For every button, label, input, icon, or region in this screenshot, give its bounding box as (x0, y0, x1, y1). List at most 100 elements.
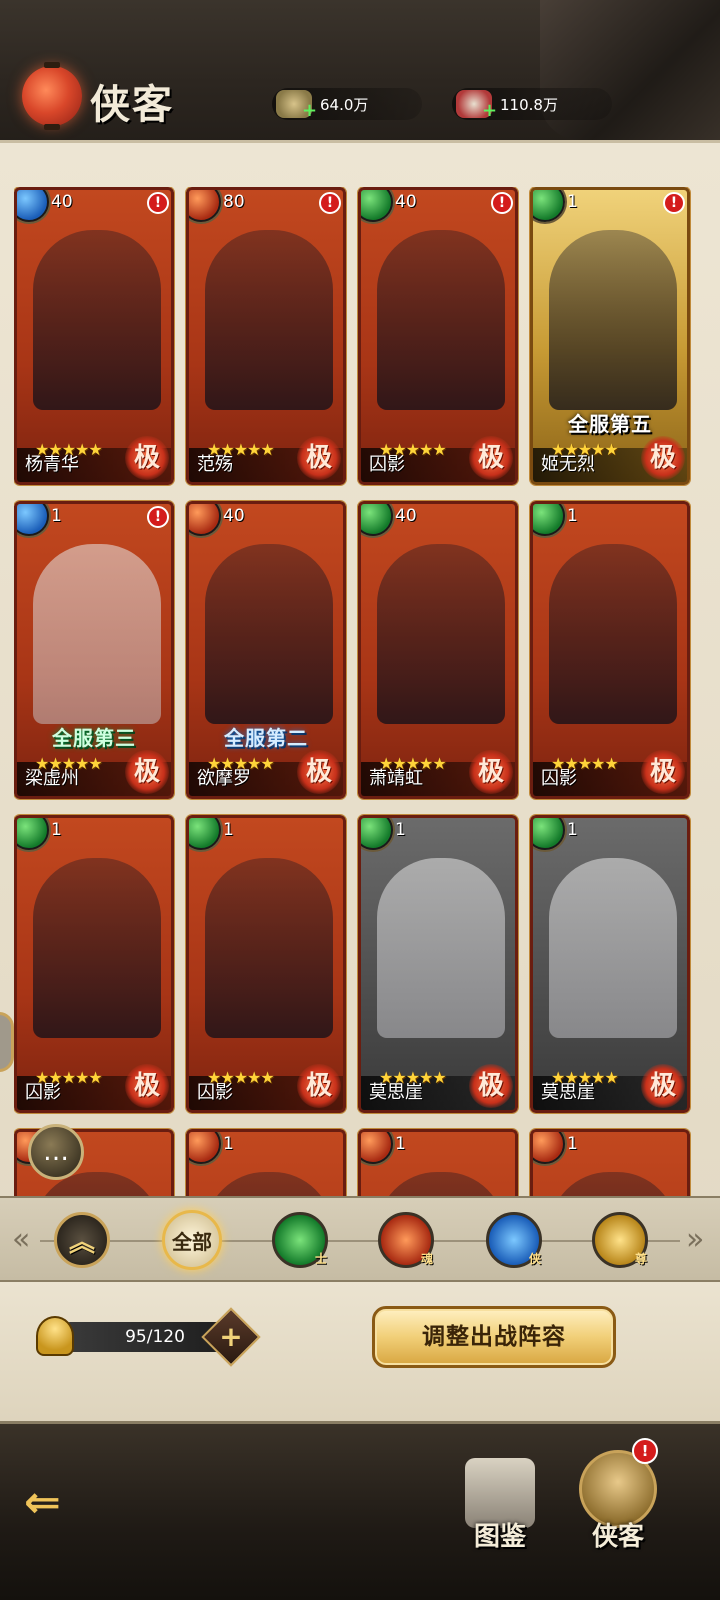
filter-shi-label: 士 (314, 1252, 327, 1266)
alert-badge: ! (147, 506, 169, 528)
hero-name: 囚影 (197, 1082, 233, 1103)
heroes-nav-button[interactable]: 侠客 (568, 1450, 668, 1570)
sort-up-button[interactable]: ︽ (54, 1212, 110, 1268)
hero-level: 1 (567, 820, 578, 840)
filter-divider (40, 1240, 680, 1242)
handbook-nav-button[interactable]: 图鉴 (450, 1450, 550, 1570)
hero-level: 40 (223, 506, 245, 526)
alert-badge: ! (147, 192, 169, 214)
hero-card[interactable]: 80! ★★★★★ 范殇极 (185, 187, 347, 486)
grade-badge: 极 (125, 750, 169, 794)
bottom-nav: ⇐ 图鉴 侠客 ! (0, 1424, 720, 1600)
hero-portrait (549, 858, 677, 1038)
faction-green-icon (361, 504, 393, 536)
hero-card[interactable]: 1 ★★★★★ 莫思崖极 (357, 814, 519, 1114)
filter-hun-button[interactable]: 魂 (378, 1212, 434, 1268)
silver-currency[interactable]: + 64.0万 (272, 88, 422, 120)
filter-xia-button[interactable]: 侠 (486, 1212, 542, 1268)
faction-red-icon (189, 1132, 221, 1164)
handbook-label: 图鉴 (473, 1522, 526, 1552)
faction-red-icon (189, 190, 221, 222)
top-bar: 侠客 + 64.0万 + 110.8万 (0, 0, 720, 150)
hero-card[interactable]: 1 ★★★★★ 囚影极 (185, 814, 347, 1114)
faction-green-icon (533, 818, 565, 850)
filter-shi-button[interactable]: 士 (272, 1212, 328, 1268)
hero-card[interactable]: 1! 全服第三 ★★★★★ 梁虚州极 (14, 500, 175, 800)
expand-capacity-button[interactable]: + (201, 1307, 261, 1367)
filter-zun-button[interactable]: 尊 (592, 1212, 648, 1268)
hero-level: 1 (223, 1134, 234, 1154)
hero-grid[interactable]: 40! ★★★★★ 杨青华极 80! ★★★★★ 范殇极 40! ★★★★★ 囚影极 1! 全服第五… (14, 187, 708, 1243)
hero-name: 范殇 (197, 454, 233, 475)
hero-portrait (377, 858, 505, 1038)
hero-card[interactable]: 1! 全服第五 ★★★★★ 姬无烈极 (529, 187, 691, 486)
faction-green-icon (361, 190, 393, 222)
server-rank-label: 全服第二 (224, 726, 308, 750)
hero-name: 莫思崖 (541, 1082, 595, 1103)
hero-card[interactable]: 40 全服第二 ★★★★★ 欲摩罗极 (185, 500, 347, 800)
hero-card[interactable]: 40 ★★★★★ 萧靖虹极 (357, 500, 519, 800)
lantern-icon (22, 62, 82, 130)
faction-red-icon (189, 504, 221, 536)
grade-badge: 极 (641, 1064, 685, 1108)
grade-badge: 极 (469, 436, 513, 480)
filter-hun-label: 魂 (420, 1252, 433, 1266)
faction-green-icon (17, 818, 49, 850)
adjust-lineup-button[interactable]: 调整出战阵容 (372, 1306, 616, 1368)
hero-card[interactable]: 1 ★★★★★ 囚影极 (529, 500, 691, 800)
hero-name: 囚影 (541, 768, 577, 789)
faction-blue-icon (17, 504, 49, 536)
faction-green-icon (189, 818, 221, 850)
grade-badge: 极 (125, 1064, 169, 1108)
hero-portrait (33, 858, 161, 1038)
hero-card[interactable]: 40! ★★★★★ 囚影极 (357, 187, 519, 486)
hero-portrait (33, 230, 161, 410)
hero-name: 萧靖虹 (369, 768, 423, 789)
hero-portrait (377, 230, 505, 410)
server-rank-label: 全服第五 (568, 412, 652, 436)
filter-all-label: 全部 (172, 1229, 212, 1254)
hero-level: 1 (567, 192, 578, 212)
server-rank-label: 全服第三 (52, 726, 136, 750)
grade-badge: 极 (641, 436, 685, 480)
grade-badge: 极 (297, 436, 341, 480)
page-title: 侠客 (90, 81, 174, 128)
grade-badge: 极 (297, 1064, 341, 1108)
hero-name: 杨青华 (25, 454, 79, 475)
sort-up-icon: ︽ (68, 1227, 95, 1258)
hero-level: 1 (567, 506, 578, 526)
faction-blue-icon (17, 190, 49, 222)
add-food-icon[interactable]: + (482, 102, 497, 120)
scroll-left-icon[interactable]: « (12, 1222, 30, 1258)
faction-green-icon (533, 190, 565, 222)
alert-badge: ! (319, 192, 341, 214)
add-silver-icon[interactable]: + (302, 102, 317, 120)
hero-card[interactable]: 1 ★★★★★ 莫思崖极 (529, 814, 691, 1114)
hero-level: 1 (223, 820, 234, 840)
food-currency[interactable]: + 110.8万 (452, 88, 612, 120)
alert-badge: ! (491, 192, 513, 214)
silver-amount: 64.0万 (320, 95, 369, 114)
hero-name: 囚影 (25, 1082, 61, 1103)
back-arrow-icon[interactable]: ⇐ (24, 1480, 94, 1526)
side-handle[interactable] (0, 1012, 14, 1072)
grade-badge: 极 (297, 750, 341, 794)
food-amount: 110.8万 (500, 95, 558, 114)
hero-card[interactable]: 40! ★★★★★ 杨青华极 (14, 187, 175, 486)
hero-name: 莫思崖 (369, 1082, 423, 1103)
filter-xia-label: 侠 (528, 1252, 541, 1266)
chat-bubble-icon: … (43, 1137, 69, 1167)
hero-portrait (205, 230, 333, 410)
hero-name: 囚影 (369, 454, 405, 475)
chat-button[interactable]: … (28, 1124, 84, 1180)
hero-level: 1 (567, 1134, 578, 1154)
hero-capacity-text: 95/120 (125, 1327, 185, 1347)
hero-count-icon (36, 1316, 74, 1356)
filter-all-button[interactable]: 全部 (162, 1210, 222, 1270)
scroll-right-icon[interactable]: » (686, 1222, 704, 1258)
faction-green-icon (361, 818, 393, 850)
hero-portrait (33, 544, 161, 724)
hero-card[interactable]: 1 ★★★★★ 囚影极 (14, 814, 175, 1114)
alert-badge: ! (663, 192, 685, 214)
hero-level: 1 (51, 506, 62, 526)
